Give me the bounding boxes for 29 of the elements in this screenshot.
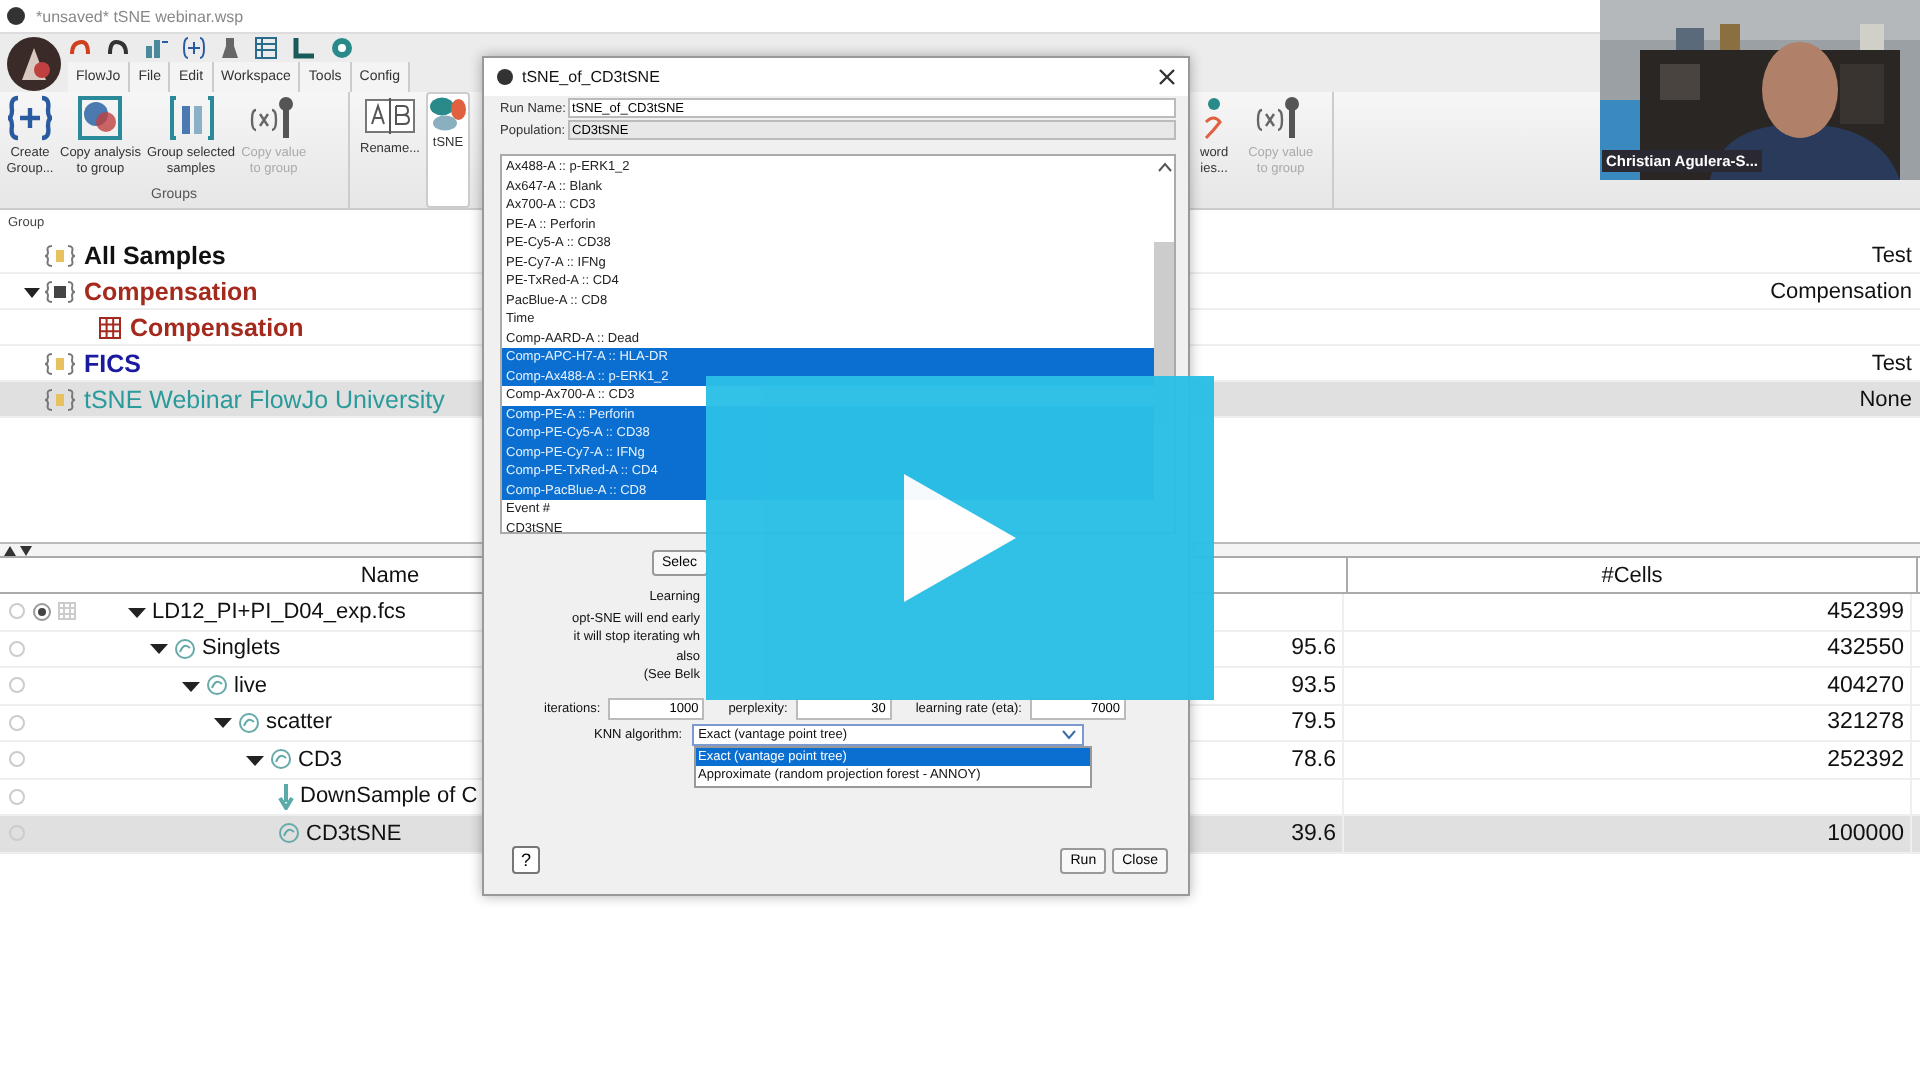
dialog-title: tSNE_of_CD3tSNE <box>522 68 660 86</box>
percent-value: 93.5 <box>1291 673 1336 698</box>
group-value: Test <box>1871 243 1912 267</box>
percent-value: 39.6 <box>1291 821 1336 846</box>
cell-count: 252392 <box>1827 747 1904 772</box>
window-title: *unsaved* tSNE webinar.wsp <box>36 7 244 25</box>
group-name: Compensation <box>84 277 258 305</box>
group-name: FICS <box>84 349 141 377</box>
percent-value: 79.5 <box>1291 710 1336 735</box>
sample-name: DownSample of C <box>300 784 478 809</box>
group-value: Compensation <box>1770 279 1912 303</box>
group-name: Compensation <box>130 313 304 341</box>
group-name: tSNE Webinar FlowJo University <box>84 385 445 413</box>
percent-value: 78.6 <box>1291 747 1336 772</box>
cell-count: 321278 <box>1827 710 1904 735</box>
group-value: None <box>1859 387 1912 411</box>
cell-count: 452399 <box>1827 599 1904 624</box>
sample-name: live <box>234 673 268 698</box>
sample-name: LD12_PI+PI_D04_exp.fcs <box>152 599 406 624</box>
sample-name: CD3 <box>298 747 343 772</box>
percent-value: 95.6 <box>1291 636 1336 661</box>
sample-name: Singlets <box>202 636 281 661</box>
cell-count: 404270 <box>1827 673 1904 698</box>
group-value: Test <box>1871 351 1912 375</box>
cell-count: 100000 <box>1827 821 1904 846</box>
cell-count: 432550 <box>1827 636 1904 661</box>
sample-name: scatter <box>266 710 333 735</box>
group-name: All Samples <box>84 241 226 269</box>
sample-name: CD3tSNE <box>306 821 402 846</box>
